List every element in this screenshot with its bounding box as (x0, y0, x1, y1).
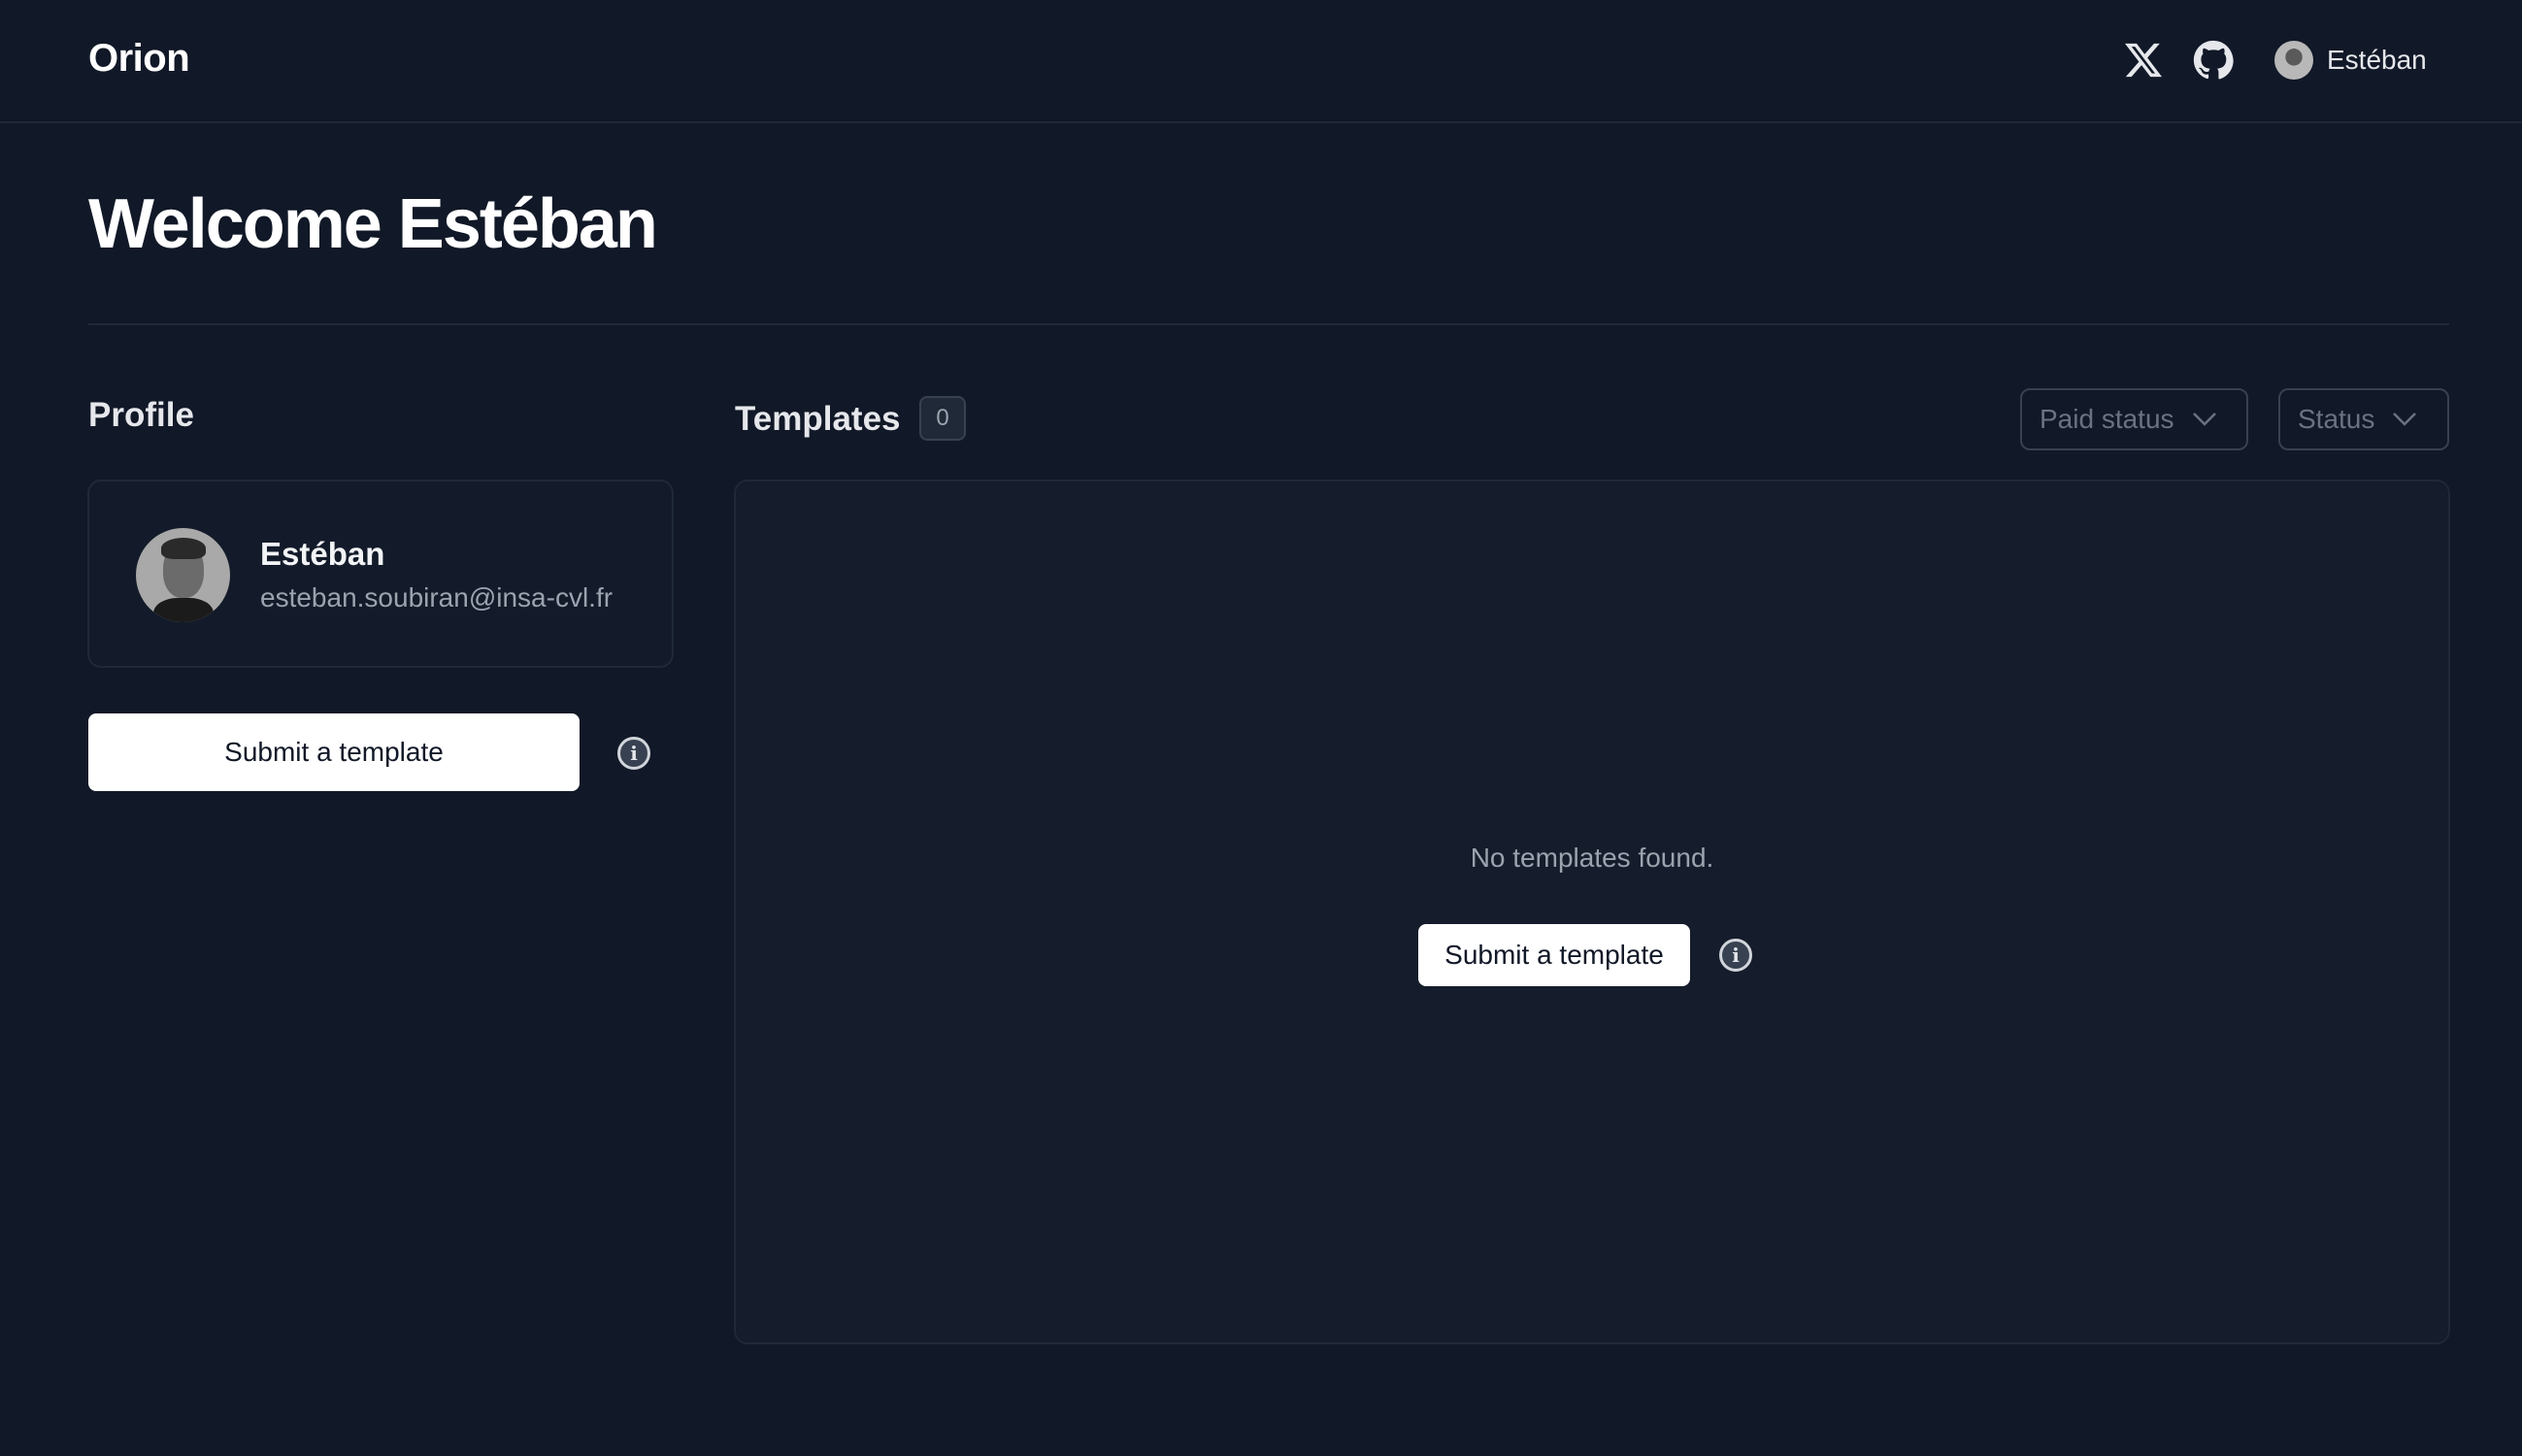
paid-status-filter[interactable]: Paid status (2020, 388, 2248, 450)
profile-heading: Profile (88, 396, 194, 434)
divider (88, 323, 2449, 325)
paid-status-label: Paid status (2040, 404, 2174, 434)
chevron-down-icon (2393, 413, 2417, 426)
github-icon[interactable] (2192, 39, 2235, 82)
templates-panel: No templates found. Submit a template i (734, 480, 2450, 1344)
profile-name: Estéban (260, 536, 385, 572)
status-label: Status (2298, 404, 2375, 434)
profile-email: esteban.soubiran@insa-cvl.fr (260, 582, 614, 612)
page-title: Welcome Estéban (88, 185, 658, 263)
submit-template-button[interactable]: Submit a template (88, 713, 580, 791)
x-twitter-icon[interactable] (2122, 39, 2165, 82)
chevron-down-icon (2192, 413, 2216, 426)
user-avatar (2274, 41, 2313, 80)
templates-heading: Templates (735, 400, 901, 438)
user-name: Estéban (2327, 45, 2427, 75)
profile-card: Estéban esteban.soubiran@insa-cvl.fr (87, 480, 674, 668)
user-menu[interactable]: Estéban (2274, 39, 2427, 82)
status-filter[interactable]: Status (2278, 388, 2449, 450)
info-icon[interactable]: i (617, 737, 650, 770)
logo[interactable]: Orion (88, 37, 190, 81)
top-navbar: Orion Estéban (0, 0, 2522, 123)
empty-state-message: No templates found. (1470, 843, 1714, 873)
templates-count-badge: 0 (919, 396, 966, 441)
info-icon[interactable]: i (1719, 939, 1752, 972)
empty-submit-template-button[interactable]: Submit a template (1418, 924, 1690, 986)
profile-avatar (136, 528, 230, 622)
